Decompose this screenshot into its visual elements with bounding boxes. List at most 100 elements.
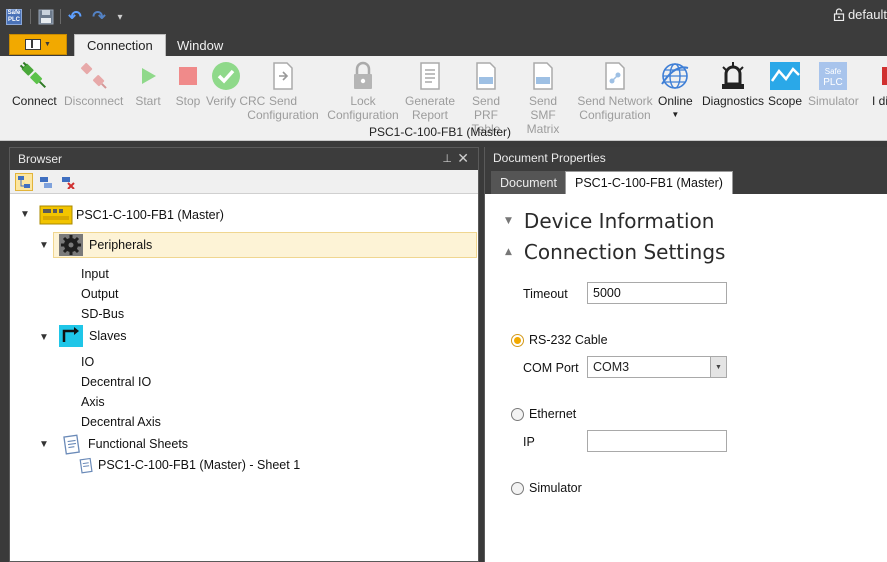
document-properties-tabs: Document PSC1-C-100-FB1 (Master) xyxy=(485,169,887,194)
generate-report-button[interactable]: Generate Report xyxy=(405,58,455,122)
alarm-light-icon xyxy=(716,58,750,94)
online-button[interactable]: Online ▼ xyxy=(658,58,693,122)
tree-node-decentral-axis[interactable]: Decentral Axis xyxy=(81,415,161,429)
redo-icon[interactable]: ↷ xyxy=(90,8,108,26)
application-menu-button[interactable]: ▼ xyxy=(9,34,67,55)
send-configuration-button[interactable]: Send Configuration xyxy=(246,58,320,122)
tree-node-output[interactable]: Output xyxy=(81,287,119,301)
chevron-down-icon[interactable]: ▼ xyxy=(39,332,49,343)
com-port-select[interactable]: COM3 ▼ xyxy=(587,356,727,378)
tree-node-root-label: PSC1-C-100-FB1 (Master) xyxy=(76,208,224,222)
chevron-down-icon[interactable]: ▼ xyxy=(20,209,30,220)
undo-icon[interactable]: ↶ xyxy=(66,8,84,26)
tree-node-slaves[interactable]: Slaves xyxy=(59,325,127,347)
browser-title: Browser xyxy=(18,152,63,166)
chevron-down-icon: ▼ xyxy=(505,216,512,226)
simulator-label: Simulator xyxy=(529,481,582,495)
disconnect-button[interactable]: Disconnect xyxy=(64,58,123,108)
online-label: Online xyxy=(658,94,693,108)
tree-node-functional-sheets[interactable]: Functional Sheets xyxy=(61,433,188,455)
tree-node-root[interactable]: PSC1-C-100-FB1 (Master) xyxy=(39,204,224,226)
add-device-icon[interactable] xyxy=(37,173,55,191)
profile[interactable]: default xyxy=(833,7,887,22)
diagnostics-button[interactable]: Diagnostics xyxy=(702,58,764,108)
app-logo-icon: Safe PLC xyxy=(6,9,22,25)
prf-document-icon xyxy=(469,58,503,94)
rs232-label: RS-232 Cable xyxy=(529,333,608,347)
verify-crc-button[interactable]: Verify CRC xyxy=(206,58,265,108)
pin-icon[interactable]: ⊥ xyxy=(442,152,452,165)
customize-toolbar-icon[interactable]: ▾ xyxy=(114,8,126,26)
generate-report-label: Generate Report xyxy=(405,94,456,122)
device-information-section[interactable]: ▼ Device Information xyxy=(505,209,714,233)
timeout-input[interactable]: 5000 xyxy=(587,282,727,304)
send-network-configuration-button[interactable]: Send Network Configuration xyxy=(576,58,654,122)
chevron-up-icon: ▲ xyxy=(505,247,512,257)
lock-configuration-button[interactable]: Lock Configuration xyxy=(326,58,400,122)
tab-window[interactable]: Window xyxy=(165,34,235,56)
tab-connection[interactable]: Connection xyxy=(74,34,166,56)
svg-text:PLC: PLC xyxy=(824,77,843,88)
report-icon xyxy=(413,58,447,94)
tree-node-io[interactable]: IO xyxy=(81,355,94,369)
ip-label: IP xyxy=(523,435,535,449)
stop-button[interactable]: Stop xyxy=(171,58,205,108)
ribbon-group-label-text: PSC1-C-100-FB1 (Master) xyxy=(369,125,512,139)
ethernet-radio[interactable]: Ethernet xyxy=(511,407,576,421)
tree-node-decentral-io-label: Decentral IO xyxy=(81,375,152,389)
send-document-icon xyxy=(266,58,300,94)
document-properties-title: Document Properties xyxy=(493,151,606,165)
smf-document-icon xyxy=(526,58,560,94)
tree-node-decentral-axis-label: Decentral Axis xyxy=(81,415,161,429)
scope-button[interactable]: Scope xyxy=(768,58,802,108)
tree-node-peripherals[interactable]: Peripherals xyxy=(59,234,152,256)
save-icon[interactable] xyxy=(38,9,54,25)
tree-node-slaves-label: Slaves xyxy=(89,329,127,343)
connection-settings-section[interactable]: ▲ Connection Settings xyxy=(505,240,725,264)
simulator-radio[interactable]: Simulator xyxy=(511,481,582,495)
title-bar: Safe PLC ↶ ↷ ▾ default xyxy=(0,0,887,33)
tab-device[interactable]: PSC1-C-100-FB1 (Master) xyxy=(565,171,733,194)
tree-node-input[interactable]: Input xyxy=(81,267,109,281)
start-button[interactable]: Start xyxy=(131,58,165,108)
project-tree: ▼ PSC1-C-100-FB1 (Master) ▼ Peripherals … xyxy=(10,194,478,561)
tree-view-icon[interactable] xyxy=(15,172,33,191)
simulator-ribbon-button[interactable]: Safe PLC Simulator xyxy=(808,58,859,108)
browser-toolbar xyxy=(10,170,478,194)
separator xyxy=(30,9,31,24)
tree-node-input-label: Input xyxy=(81,267,109,281)
document-properties-panel: Document Properties Document PSC1-C-100-… xyxy=(484,147,887,562)
partial-button[interactable]: I dia xyxy=(872,58,887,108)
browser-panel: Browser ⊥ ✕ ▼ PSC1-C-100-FB1 (Master) ▼ … xyxy=(9,147,479,562)
sheet-icon xyxy=(79,457,93,474)
plug-connect-icon xyxy=(17,58,51,94)
close-icon[interactable]: ✕ xyxy=(457,150,469,167)
chevron-down-icon[interactable]: ▼ xyxy=(39,439,49,450)
check-circle-icon xyxy=(209,58,243,94)
tree-node-sd-bus[interactable]: SD-Bus xyxy=(81,307,124,321)
gear-icon xyxy=(59,234,83,256)
tree-node-axis-label: Axis xyxy=(81,395,105,409)
remove-device-icon[interactable] xyxy=(59,173,77,191)
tree-node-peripherals-label: Peripherals xyxy=(89,238,153,252)
tree-node-axis[interactable]: Axis xyxy=(81,395,105,409)
chevron-down-icon[interactable]: ▼ xyxy=(710,357,726,377)
waveform-icon xyxy=(768,58,802,94)
send-smf-matrix-button[interactable]: Send SMF Matrix xyxy=(516,58,570,136)
chevron-down-icon[interactable]: ▼ xyxy=(39,240,49,251)
radio-unselected-icon xyxy=(511,407,524,421)
tree-node-output-label: Output xyxy=(81,287,119,301)
rs232-radio[interactable]: RS-232 Cable xyxy=(511,333,608,347)
tab-document[interactable]: Document xyxy=(491,171,566,194)
svg-text:Safe: Safe xyxy=(825,67,842,76)
document-properties-header: Document Properties xyxy=(485,147,887,169)
tree-node-decentral-io[interactable]: Decentral IO xyxy=(81,375,151,389)
ip-input[interactable] xyxy=(587,430,727,452)
play-icon xyxy=(131,58,165,94)
plug-disconnect-icon xyxy=(77,58,111,94)
radio-unselected-icon xyxy=(511,481,524,495)
safeplc-logo-icon: Safe PLC xyxy=(816,58,850,94)
connect-button[interactable]: Connect xyxy=(12,58,57,108)
alarm-icon xyxy=(872,58,887,94)
tree-node-sheet-1[interactable]: PSC1-C-100-FB1 (Master) - Sheet 1 xyxy=(79,456,300,474)
